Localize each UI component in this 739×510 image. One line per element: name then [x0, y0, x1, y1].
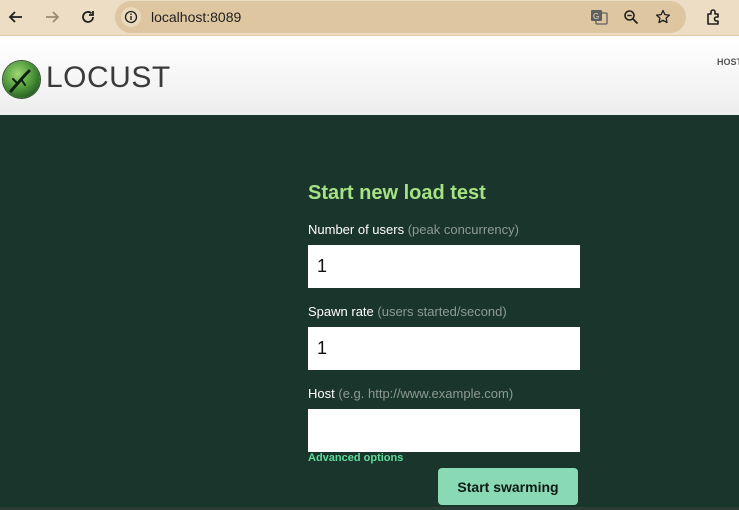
form-title: Start new load test	[308, 182, 486, 204]
svg-text:G: G	[593, 12, 599, 21]
arrow-right-icon	[46, 11, 60, 23]
bookmark-button[interactable]	[654, 8, 672, 26]
back-button[interactable]	[5, 6, 27, 28]
info-icon	[124, 10, 138, 24]
extensions-button[interactable]	[703, 6, 725, 28]
logo-text: LOCUST	[46, 61, 171, 94]
puzzle-icon	[707, 9, 719, 25]
users-hint: (peak concurrency)	[407, 222, 519, 237]
site-info-button[interactable]	[121, 7, 141, 27]
start-swarming-button[interactable]: Start swarming	[438, 468, 578, 505]
forward-button[interactable]	[41, 6, 63, 28]
users-label: Number of users (peak concurrency)	[308, 222, 519, 238]
spawn-rate-label: Spawn rate (users started/second)	[308, 304, 507, 320]
address-bar[interactable]: localhost:8089 G	[115, 1, 686, 33]
zoom-button[interactable]	[622, 8, 640, 26]
browser-toolbar: localhost:8089 G	[0, 0, 739, 36]
host-input[interactable]	[308, 409, 580, 452]
locust-mark-icon	[9, 69, 31, 93]
users-input[interactable]	[308, 245, 580, 288]
spawn-rate-label-text: Spawn rate	[308, 304, 374, 319]
spawn-rate-hint: (users started/second)	[377, 304, 507, 319]
url-text[interactable]: localhost:8089	[151, 9, 241, 25]
users-label-text: Number of users	[308, 222, 405, 237]
translate-button[interactable]: G	[590, 8, 608, 26]
app-header: LOCUST HOST	[0, 36, 739, 115]
translate-icon: G	[591, 10, 608, 25]
advanced-options-link[interactable]: Advanced options	[308, 452, 403, 465]
star-icon	[655, 9, 671, 24]
locust-logo-icon	[3, 61, 40, 98]
spawn-rate-input[interactable]	[308, 327, 580, 370]
arrow-left-icon	[8, 11, 22, 23]
host-field-label: Host (e.g. http://www.example.com)	[308, 386, 513, 402]
zoom-out-icon	[624, 10, 639, 25]
host-label: HOST	[717, 57, 739, 67]
host-hint: (e.g. http://www.example.com)	[338, 386, 514, 401]
host-label-text: Host	[308, 386, 335, 401]
reload-icon	[82, 11, 94, 23]
reload-button[interactable]	[77, 6, 99, 28]
